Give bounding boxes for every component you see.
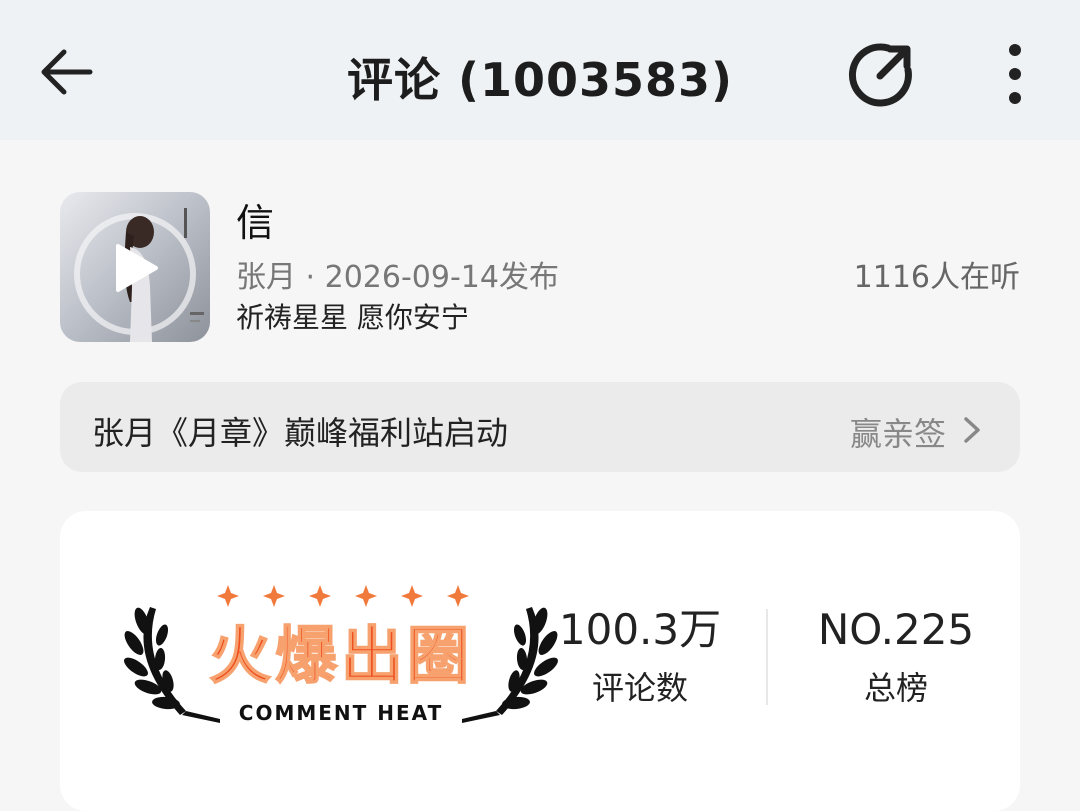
rank-value: NO.225	[817, 605, 975, 654]
rank-stat[interactable]: NO.225 总榜	[796, 605, 996, 709]
badge-subtitle: COMMENT HEAT	[239, 701, 443, 725]
comment-heat-badge: 火爆出圈 COMMENT HEAT	[124, 585, 558, 725]
share-button[interactable]	[848, 40, 916, 108]
song-slogan: 祈祷星星 愿你安宁	[236, 301, 469, 334]
stat-divider	[766, 609, 768, 705]
comment-count-value: 100.3万	[558, 605, 722, 654]
rank-label: 总榜	[863, 669, 928, 707]
promo-banner-action[interactable]: 赢亲签	[850, 409, 946, 455]
comment-count-label: 评论数	[591, 669, 688, 707]
badge-title: 火爆出圈	[209, 619, 473, 692]
album-cover[interactable]	[60, 192, 210, 342]
play-icon[interactable]	[112, 242, 160, 294]
star-icons	[217, 585, 469, 607]
comment-heat-card: 火爆出圈 COMMENT HEAT 100.3万 评论数 NO.225 总榜	[60, 511, 1020, 811]
song-artist-date: 张月 · 2026-09-14发布	[236, 260, 559, 295]
more-vertical-icon	[1009, 44, 1021, 104]
page-title: 评论 (1003583)	[346, 53, 734, 107]
listener-count: 1116人在听	[853, 260, 1020, 295]
song-info[interactable]: 信 张月 · 2026-09-14发布 祈祷星星 愿你安宁 1116人在听	[60, 192, 1020, 344]
comment-count-stat: 100.3万 评论数	[540, 605, 740, 709]
share-icon	[848, 43, 912, 107]
top-bar: 评论 (1003583)	[0, 0, 1080, 140]
promo-banner[interactable]: 张月《月章》巅峰福利站启动 赢亲签	[60, 382, 1020, 472]
promo-banner-text: 张月《月章》巅峰福利站启动	[92, 414, 509, 452]
more-options-button[interactable]	[990, 40, 1040, 108]
laurel-left-icon	[124, 607, 220, 723]
song-title: 信	[236, 201, 275, 245]
chevron-right-icon	[964, 417, 980, 443]
